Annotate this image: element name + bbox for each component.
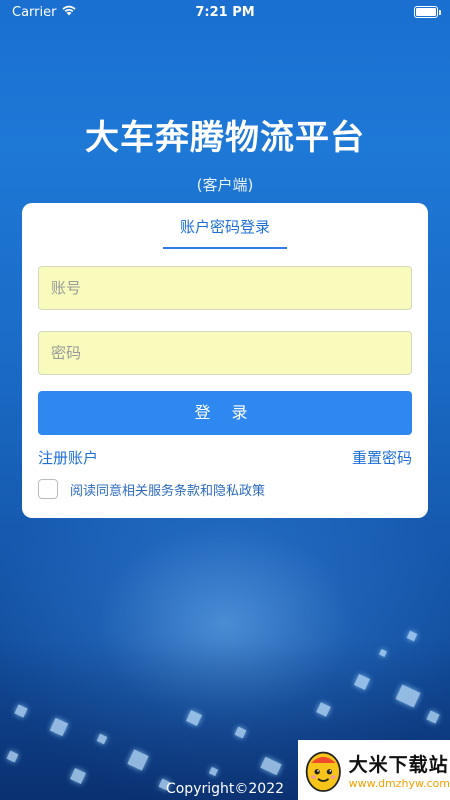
account-input[interactable] xyxy=(38,266,412,310)
battery-fill xyxy=(416,8,436,16)
login-button[interactable]: 登 录 xyxy=(38,391,412,435)
status-bar: Carrier 7:21 PM xyxy=(0,0,450,24)
watermark-text: 大米下载站 www.dmzhyw.com xyxy=(349,750,450,790)
watermark-logo-icon xyxy=(305,751,341,792)
status-time: 7:21 PM xyxy=(195,4,255,20)
battery-icon xyxy=(414,6,441,18)
app-subtitle: (客户端) xyxy=(196,176,254,194)
password-input[interactable] xyxy=(38,331,412,375)
tab-account-password-login[interactable]: 账户密码登录 xyxy=(163,213,287,249)
watermark: 大米下载站 www.dmzhyw.com xyxy=(298,740,450,800)
watermark-name: 大米下载站 xyxy=(348,754,449,776)
agreement-text[interactable]: 阅读同意相关服务条款和隐私政策 xyxy=(70,480,265,499)
watermark-url: www.dmzhyw.com xyxy=(348,777,450,790)
agreement-row: 阅读同意相关服务条款和隐私政策 xyxy=(38,479,265,499)
app-title: 大车奔腾物流平台 xyxy=(85,118,365,158)
reset-password-link[interactable]: 重置密码 xyxy=(352,447,412,468)
agreement-checkbox[interactable] xyxy=(38,479,58,499)
register-link[interactable]: 注册账户 xyxy=(38,447,98,468)
login-card: 账户密码登录 登 录 注册账户 重置密码 阅读同意相关服务条款和隐私政策 xyxy=(22,203,428,518)
